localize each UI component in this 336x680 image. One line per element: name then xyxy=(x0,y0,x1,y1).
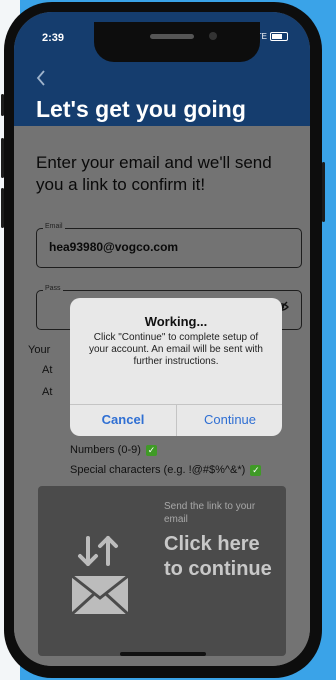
requirements-heading: Your xyxy=(28,344,51,356)
dialog-message: Click "Continue" to complete setup of yo… xyxy=(89,332,263,367)
notch xyxy=(94,22,260,62)
speaker-grille xyxy=(150,34,194,39)
back-button[interactable] xyxy=(36,70,46,91)
password-field-label: Pass xyxy=(43,285,63,292)
send-link-button[interactable]: Send the link to your email Click here t… xyxy=(38,486,286,656)
envelope-arrows-icon xyxy=(70,536,130,616)
email-field[interactable]: Email hea93980@vogco.com xyxy=(36,223,302,268)
requirement-item: At xyxy=(42,386,53,398)
intro-text: Enter your email and we'll send you a li… xyxy=(36,153,272,194)
phone-screen: 2:39 LTE Let's get you going Enter your … xyxy=(14,12,310,666)
requirement-item: Numbers (0-9) ✓ xyxy=(70,444,157,456)
check-icon: ✓ xyxy=(250,464,262,476)
power-button xyxy=(322,162,325,222)
home-indicator[interactable] xyxy=(120,652,206,656)
requirement-numbers: Numbers (0-9) xyxy=(70,444,141,456)
battery-icon xyxy=(270,32,288,41)
working-dialog: Working... Click "Continue" to complete … xyxy=(70,298,282,436)
cta-subtitle: Send the link to your email xyxy=(164,501,256,525)
dialog-title: Working... xyxy=(144,314,208,329)
cancel-button[interactable]: Cancel xyxy=(70,404,176,436)
page-title: Let's get you going xyxy=(36,96,246,122)
volume-up-button xyxy=(1,138,4,178)
email-field-value: hea93980@vogco.com xyxy=(49,240,179,254)
requirement-item: At xyxy=(42,364,53,376)
volume-down-button xyxy=(1,188,4,228)
continue-button[interactable]: Continue xyxy=(177,404,282,436)
requirement-item: Special characters (e.g. !@#$%^&*) ✓ xyxy=(70,464,262,476)
email-field-label: Email xyxy=(43,223,65,230)
requirement-special: Special characters (e.g. !@#$%^&*) xyxy=(70,464,246,476)
mute-switch xyxy=(1,94,4,116)
status-time: 2:39 xyxy=(42,32,65,44)
camera xyxy=(209,32,217,40)
chevron-left-icon xyxy=(36,70,45,86)
phone-frame: 2:39 LTE Let's get you going Enter your … xyxy=(1,2,325,678)
cta-label: Click here to continue xyxy=(164,533,272,580)
check-icon: ✓ xyxy=(145,444,157,456)
